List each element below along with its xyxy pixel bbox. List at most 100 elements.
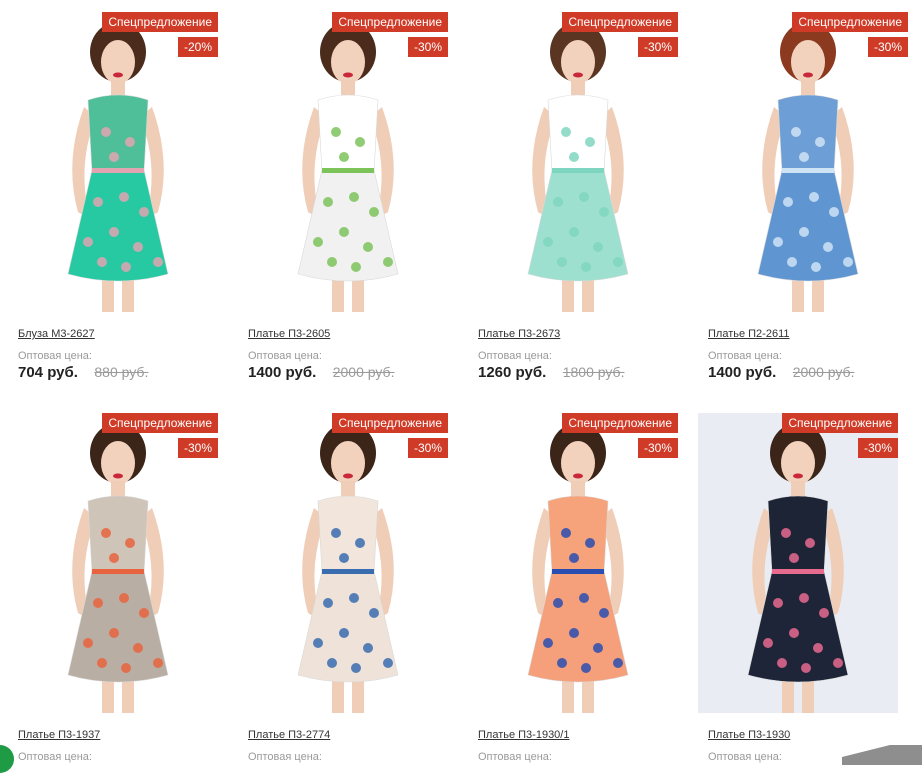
print-dot	[331, 528, 341, 538]
special-offer-badge: Спецпредложение	[782, 413, 898, 433]
model-illustration	[67, 22, 169, 312]
discount-badge: -30%	[408, 37, 448, 57]
dress-bodice	[547, 495, 609, 574]
model-illustration	[527, 423, 629, 713]
lips	[803, 72, 813, 78]
product-name-link[interactable]: Платье П2-2611	[708, 328, 790, 340]
product-name-link[interactable]: Блуза М3-2627	[18, 328, 95, 340]
print-dot	[791, 127, 801, 137]
belt	[552, 168, 604, 173]
product-name-link[interactable]: Платье П3-1937	[18, 729, 100, 741]
price-label: Оптовая цена:	[18, 350, 92, 362]
print-dot	[93, 197, 103, 207]
print-dot	[313, 638, 323, 648]
print-dot	[119, 593, 129, 603]
print-dot	[369, 207, 379, 217]
product-name-link[interactable]: Платье П3-1930	[708, 729, 790, 741]
product-name-link[interactable]: Платье П3-2673	[478, 328, 560, 340]
dress-bodice	[317, 495, 379, 574]
model-illustration	[67, 423, 169, 713]
product-photo[interactable]	[18, 413, 218, 713]
product-photo[interactable]	[248, 413, 448, 713]
belt	[92, 168, 144, 173]
product-name-link[interactable]: Платье П3-2605	[248, 328, 330, 340]
belt	[322, 168, 374, 173]
discount-badge: -30%	[638, 438, 678, 458]
print-dot	[569, 227, 579, 237]
print-dot	[83, 237, 93, 247]
print-dot	[579, 593, 589, 603]
special-offer-badge: Спецпредложение	[102, 413, 218, 433]
print-dot	[109, 553, 119, 563]
neck	[571, 80, 585, 96]
print-dot	[561, 127, 571, 137]
neck	[341, 80, 355, 96]
product-photo[interactable]	[18, 12, 218, 312]
print-dot	[339, 553, 349, 563]
print-dot	[121, 663, 131, 673]
discount-badge: -30%	[858, 438, 898, 458]
print-dot	[553, 197, 563, 207]
print-dot	[109, 227, 119, 237]
product-photo[interactable]	[708, 12, 908, 312]
print-dot	[585, 137, 595, 147]
current-price: 1260 руб.	[478, 364, 547, 381]
dress-bodice	[87, 495, 149, 574]
model-illustration	[297, 423, 399, 713]
print-dot	[809, 192, 819, 202]
special-offer-badge: Спецпредложение	[102, 12, 218, 32]
dress-bodice	[777, 94, 839, 173]
discount-badge: -20%	[178, 37, 218, 57]
print-dot	[101, 127, 111, 137]
print-dot	[331, 127, 341, 137]
print-dot	[599, 207, 609, 217]
lips	[113, 72, 123, 78]
print-dot	[383, 257, 393, 267]
scroll-up-button[interactable]	[842, 745, 922, 765]
special-offer-badge: Спецпредложение	[792, 12, 908, 32]
product-name-link[interactable]: Платье П3-1930/1	[478, 729, 569, 741]
old-price: 2000 руб.	[792, 364, 855, 380]
print-dot	[815, 137, 825, 147]
dress-bodice	[767, 495, 829, 574]
product-photo[interactable]	[478, 12, 678, 312]
print-dot	[819, 608, 829, 618]
price-label: Оптовая цена:	[18, 751, 92, 763]
old-price: 880 руб.	[94, 364, 149, 380]
print-dot	[773, 237, 783, 247]
price-row: 1400 руб. 2000 руб.	[248, 364, 394, 382]
print-dot	[383, 658, 393, 668]
print-dot	[543, 638, 553, 648]
discount-badge: -30%	[408, 438, 448, 458]
neck	[801, 80, 815, 96]
print-dot	[313, 237, 323, 247]
print-dot	[581, 663, 591, 673]
print-dot	[153, 257, 163, 267]
current-price: 1400 руб.	[248, 364, 317, 381]
print-dot	[813, 643, 823, 653]
special-offer-badge: Спецпредложение	[562, 413, 678, 433]
belt	[92, 569, 144, 574]
print-dot	[351, 262, 361, 272]
product-photo[interactable]	[698, 413, 898, 713]
chat-widget-button[interactable]	[0, 745, 14, 773]
print-dot	[843, 257, 853, 267]
print-dot	[833, 658, 843, 668]
neck	[111, 80, 125, 96]
print-dot	[557, 257, 567, 267]
print-dot	[569, 152, 579, 162]
print-dot	[787, 257, 797, 267]
print-dot	[109, 152, 119, 162]
product-photo[interactable]	[478, 413, 678, 713]
discount-badge: -30%	[178, 438, 218, 458]
print-dot	[83, 638, 93, 648]
neck	[111, 481, 125, 497]
print-dot	[799, 593, 809, 603]
product-name-link[interactable]: Платье П3-2774	[248, 729, 330, 741]
print-dot	[119, 192, 129, 202]
print-dot	[139, 608, 149, 618]
product-photo[interactable]	[248, 12, 448, 312]
print-dot	[363, 643, 373, 653]
neck	[791, 481, 805, 497]
print-dot	[553, 598, 563, 608]
